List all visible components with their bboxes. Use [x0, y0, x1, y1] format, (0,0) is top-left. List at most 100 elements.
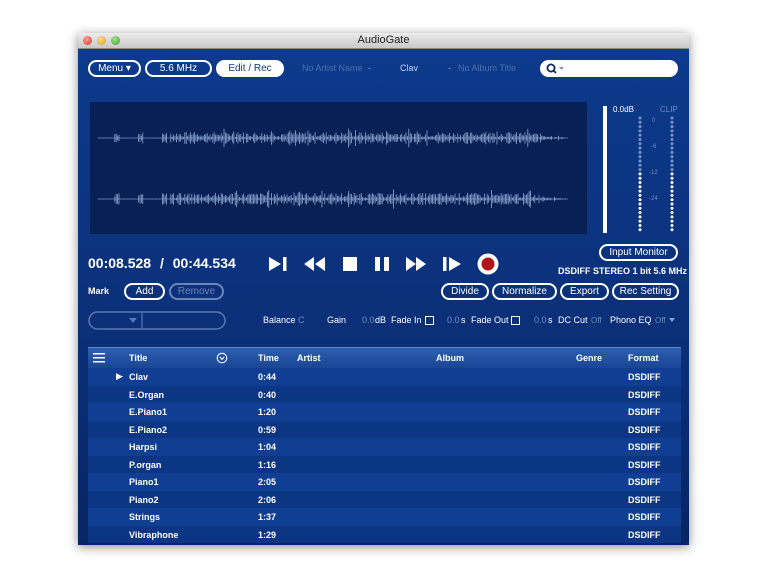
dc-cut-toggle[interactable]: Off — [591, 316, 602, 325]
meter-scale-6: -6 — [651, 144, 657, 150]
clip-indicator: CLIP — [660, 105, 678, 114]
edit-rec-button[interactable]: Edit / Rec — [216, 60, 284, 77]
chevron-down-icon: ▾ — [125, 63, 131, 74]
meter-scale-0: 0 — [652, 118, 656, 124]
track-format: DSDIFF — [628, 494, 661, 505]
time-separator: / — [159, 255, 164, 271]
title-bar: AudioGate — [78, 33, 689, 49]
table-header: Title Time Artist Album Genre Format — [88, 347, 681, 369]
export-button[interactable]: Export — [560, 283, 609, 300]
column-album[interactable]: Album — [436, 353, 464, 363]
track-title: Piano2 — [129, 494, 159, 505]
track-format: DSDIFF — [628, 424, 661, 435]
chevron-down-icon — [129, 318, 137, 323]
input-level-bar — [603, 106, 607, 233]
phono-eq-label: Phono EQ — [610, 315, 652, 325]
gain-value[interactable]: 0.0 — [362, 315, 375, 325]
add-mark-button[interactable]: Add — [124, 283, 165, 300]
track-time: 1:29 — [258, 529, 277, 540]
track-time: 1:37 — [258, 512, 277, 522]
track-title: Strings — [129, 512, 161, 522]
track-time: 1:04 — [258, 442, 277, 452]
table-row[interactable]: Vibraphone 1:29 DSDIFF — [88, 525, 681, 543]
column-format[interactable]: Format — [628, 353, 659, 363]
format-info: DSDIFF STEREO 1 bit 5.6 MHz — [558, 266, 688, 276]
fade-in-label: Fade In — [391, 315, 422, 325]
fade-out-checkbox[interactable] — [511, 316, 520, 325]
track-time: 1:16 — [258, 459, 277, 470]
table-row[interactable]: ▶ Clav 0:44 DSDIFF — [88, 368, 681, 386]
dc-cut-label: DC Cut — [558, 315, 588, 325]
waveform-display[interactable] — [90, 102, 587, 234]
track-format: DSDIFF — [628, 459, 661, 470]
track-title: Piano1 — [129, 477, 159, 487]
column-artist[interactable]: Artist — [297, 353, 321, 363]
level-meter: 0.0dB CLIP 0 -6 -12 -24 — [603, 105, 678, 233]
mark-label: Mark — [88, 286, 110, 296]
fade-out-unit: s — [548, 315, 553, 325]
track-time: 2:06 — [258, 494, 277, 505]
search-icon — [546, 63, 564, 74]
search-field[interactable] — [540, 60, 678, 77]
fade-in-unit: s — [461, 315, 466, 325]
table-row[interactable]: P.organ 1:16 DSDIFF — [88, 455, 681, 473]
table-row[interactable]: Harpsi 1:04 DSDIFF — [88, 438, 681, 456]
track-time: 1:20 — [258, 407, 277, 417]
divide-button[interactable]: Divide — [441, 283, 489, 300]
fast-forward-icon[interactable] — [404, 255, 430, 273]
column-menu-icon[interactable] — [92, 352, 106, 364]
time-display: 00:08.528 / 00:44.534 — [88, 255, 236, 271]
track-format: DSDIFF — [628, 477, 661, 487]
remove-mark-button[interactable]: Remove — [169, 283, 224, 300]
track-title: E.Piano2 — [129, 424, 168, 435]
samplerate-button[interactable]: 5.6 MHz — [145, 60, 212, 77]
track-format: DSDIFF — [628, 389, 661, 400]
table-row[interactable]: E.Piano2 0:59 DSDIFF — [88, 420, 681, 438]
track-title: E.Piano1 — [129, 407, 168, 417]
table-row[interactable]: E.Organ 0:40 DSDIFF — [88, 385, 681, 403]
fade-in-checkbox[interactable] — [425, 316, 434, 325]
table-row[interactable]: E.Piano1 1:20 DSDIFF — [88, 403, 681, 421]
rewind-icon[interactable] — [302, 255, 328, 273]
chevron-down-icon[interactable] — [668, 316, 676, 324]
skip-to-start-icon[interactable] — [440, 255, 464, 273]
fade-out-value[interactable]: 0.0 — [534, 315, 547, 325]
table-row[interactable]: Strings 1:37 DSDIFF — [88, 508, 681, 526]
track-format: DSDIFF — [628, 529, 661, 540]
pause-icon[interactable] — [372, 255, 394, 273]
artist-name-field[interactable]: No Artist Name — [302, 63, 363, 73]
column-title[interactable]: Title — [129, 353, 147, 363]
table-row[interactable]: Piano1 2:05 DSDIFF — [88, 473, 681, 491]
menu-button[interactable]: Menu ▾ — [88, 60, 141, 77]
window-title: AudioGate — [357, 34, 410, 46]
phono-eq-toggle[interactable]: Off — [655, 316, 666, 325]
fade-in-value[interactable]: 0.0 — [447, 315, 460, 325]
track-format: DSDIFF — [628, 407, 661, 417]
track-format: DSDIFF — [628, 372, 661, 382]
album-separator: - — [448, 63, 451, 73]
record-button[interactable] — [476, 252, 500, 276]
column-genre[interactable]: Genre — [576, 353, 602, 363]
meter-scale-24: -24 — [649, 196, 658, 202]
total-time: 00:44.534 — [172, 255, 236, 271]
track-title: Harpsi — [129, 442, 158, 452]
album-title-field[interactable]: No Album Title — [458, 63, 516, 73]
track-time: 0:40 — [258, 389, 277, 400]
track-table: Title Time Artist Album Genre Format ▶ Cl… — [88, 347, 681, 543]
skip-to-end-icon[interactable] — [267, 255, 291, 273]
balance-value[interactable]: C — [298, 315, 305, 325]
column-time[interactable]: Time — [258, 353, 279, 363]
table-row[interactable]: Piano2 2:06 DSDIFF — [88, 490, 681, 508]
rec-setting-button[interactable]: Rec Setting — [612, 283, 679, 300]
track-time: 0:44 — [258, 372, 277, 382]
track-format: DSDIFF — [628, 512, 661, 522]
meter-top-label: 0.0dB — [613, 105, 634, 114]
stop-icon[interactable] — [341, 255, 359, 273]
track-title-field[interactable]: Clav — [400, 63, 418, 73]
mark-selector[interactable] — [88, 311, 226, 330]
main-panel: Menu ▾ 5.6 MHz Edit / Rec No Artist Name… — [78, 49, 689, 545]
input-monitor-button[interactable]: Input Monitor — [599, 244, 678, 261]
sort-icon[interactable] — [216, 352, 228, 364]
play-indicator-icon: ▶ — [116, 371, 123, 381]
normalize-button[interactable]: Normalize — [492, 283, 557, 300]
